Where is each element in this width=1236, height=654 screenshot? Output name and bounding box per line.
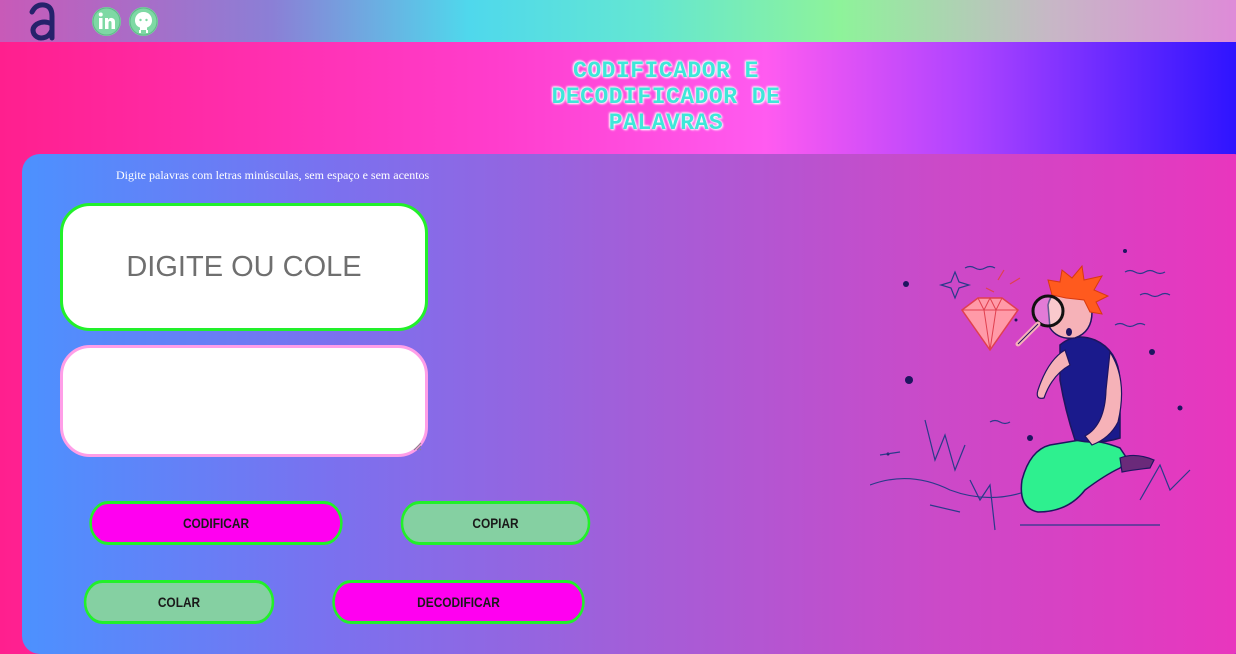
text-input[interactable]: DIGITE OU COLE (60, 203, 428, 331)
encode-button[interactable]: CODIFICAR (89, 501, 343, 545)
top-bar (0, 0, 1236, 42)
person-with-magnifier-illustration (870, 249, 1191, 531)
page-title: CODIFICADOR E DECODIFICADOR DE PALAVRAS (520, 58, 812, 136)
page-title-line-1: CODIFICADOR E (573, 58, 759, 84)
sparkle-dots (886, 249, 1183, 456)
github-icon[interactable] (129, 7, 158, 36)
page-title-line-2: DECODIFICADOR DE (551, 84, 781, 110)
decode-button[interactable]: DECODIFICAR (332, 580, 585, 624)
paste-button[interactable]: COLAR (83, 580, 275, 624)
text-input-placeholder: DIGITE OU COLE (126, 250, 362, 283)
alura-logo-icon[interactable] (24, 0, 64, 42)
diamond-icon (960, 296, 1020, 352)
instruction-text: Digite palavras com letras minúsculas, s… (116, 168, 430, 182)
result-textarea[interactable] (60, 345, 428, 457)
linkedin-icon[interactable] (92, 7, 121, 36)
resize-grip-icon[interactable] (412, 441, 422, 451)
magnifier-icon (1015, 294, 1065, 347)
page-title-line-3: PALAVRAS (608, 110, 724, 136)
copy-button[interactable]: COPIAR (400, 501, 591, 545)
